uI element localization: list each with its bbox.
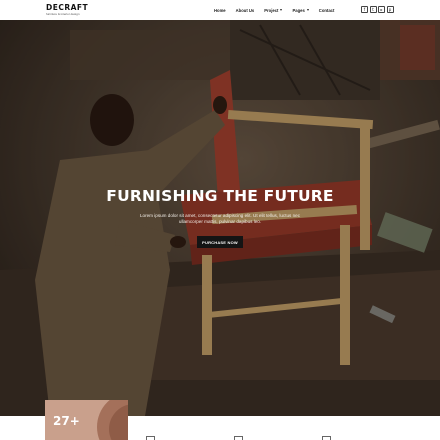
pinterest-icon[interactable]: p [386,6,394,13]
feature-icon [146,436,155,440]
experience-stat-card: 27+ [45,400,128,440]
stats-section: 27+ [0,400,440,440]
logo-tagline: furniture & interior design [46,12,80,16]
site-header: DECRAFT furniture & interior design Home… [0,0,440,20]
nav-pages[interactable]: Pages [292,7,309,13]
nav-contact[interactable]: Contact [319,8,335,13]
logo[interactable]: DECRAFT furniture & interior design [46,3,89,17]
nav-project[interactable]: Project [264,7,283,13]
hero-section: FURNISHING THE FUTURE Lorem ipsum dolor … [0,20,440,416]
facebook-icon[interactable]: f [361,6,368,13]
nav-label: Project [264,7,279,13]
stat-value: 27+ [53,414,80,428]
twitter-icon[interactable]: t [369,6,377,13]
hero-title: FURNISHING THE FUTURE [106,187,334,205]
feature-icon [234,436,243,440]
main-nav: Home About Us Project Pages Contact [214,0,344,20]
feature-icon [322,436,331,440]
nav-label: Pages [292,7,305,13]
chevron-down-icon [306,9,309,11]
nav-label: About Us [235,7,255,13]
chevron-down-icon [280,9,283,11]
logo-title: DECRAFT [46,3,89,12]
youtube-icon[interactable]: ▸ [378,6,385,13]
hero-description: Lorem ipsum dolor sit amet, consectetur … [139,213,301,224]
social-links: f t ▸ p [361,6,395,13]
nav-about-us[interactable]: About Us [236,8,255,13]
nav-label: Home [214,7,226,13]
nav-home[interactable]: Home [214,8,226,13]
nav-label: Contact [318,7,335,13]
purchase-now-button[interactable]: PURCHASE NOW [197,236,243,248]
